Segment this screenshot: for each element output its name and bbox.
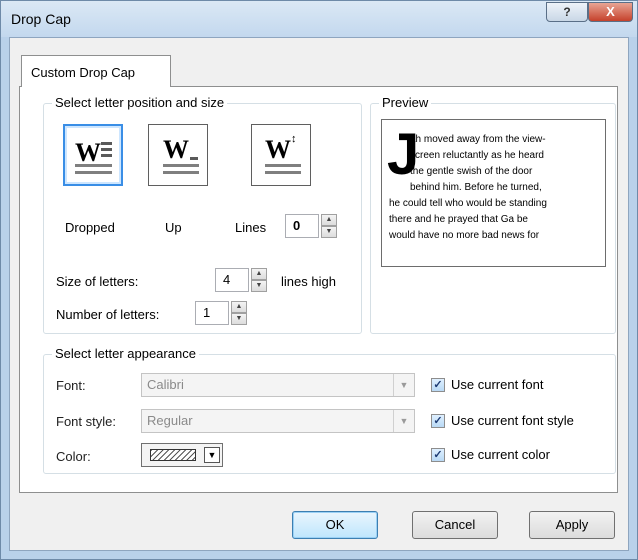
- spin-down-icon[interactable]: ▼: [321, 226, 337, 238]
- use-current-color-label: Use current color: [451, 447, 550, 462]
- up-down-arrow-icon: ↕: [291, 133, 297, 145]
- close-icon: X: [606, 4, 615, 19]
- up-label: Up: [165, 220, 182, 235]
- use-current-font-label: Use current font: [451, 377, 544, 392]
- dropped-glyph: W: [75, 138, 101, 167]
- ok-button[interactable]: OK: [292, 511, 378, 539]
- spin-up-icon[interactable]: ▲: [251, 268, 267, 280]
- preview-legend: Preview: [379, 95, 432, 110]
- font-value: Calibri: [147, 377, 184, 392]
- lines-value[interactable]: 0: [285, 214, 319, 238]
- glyph-line: [101, 154, 112, 157]
- dropped-label: Dropped: [65, 220, 115, 235]
- preview-line: ah moved away from the view-: [410, 134, 546, 145]
- glyph-line: [101, 142, 112, 145]
- font-style-combo[interactable]: Regular ▼: [141, 409, 415, 433]
- glyph-line: [101, 148, 112, 151]
- number-spinner[interactable]: 1 ▲ ▼: [195, 301, 247, 325]
- font-label: Font:: [56, 378, 86, 393]
- use-current-color-checkbox[interactable]: ✓: [431, 448, 445, 462]
- preview-box: J ah moved away from the view- screen re…: [381, 119, 606, 267]
- glyph-line: [265, 171, 301, 174]
- drop-cap-dialog: Drop Cap ? X Custom Drop Cap Select lett…: [0, 0, 638, 560]
- lines-option[interactable]: W ↕: [251, 124, 311, 186]
- color-swatch: [150, 449, 196, 461]
- position-legend: Select letter position and size: [52, 95, 228, 110]
- up-option[interactable]: W: [148, 124, 208, 186]
- lines-label: Lines: [235, 220, 267, 235]
- lines-glyph: W: [265, 135, 291, 164]
- glyph-line: [190, 157, 198, 160]
- preview-line: screen reluctantly as he heard: [410, 150, 544, 161]
- dropdown-icon[interactable]: ▼: [393, 374, 414, 396]
- spin-up-icon[interactable]: ▲: [231, 301, 247, 313]
- up-glyph: W: [163, 135, 189, 164]
- dropdown-icon[interactable]: ▼: [393, 410, 414, 432]
- dropped-option[interactable]: W: [63, 124, 123, 186]
- window-title: Drop Cap: [11, 11, 71, 27]
- number-label: Number of letters:: [56, 307, 160, 322]
- font-style-value: Regular: [147, 413, 193, 428]
- spin-up-icon[interactable]: ▲: [321, 214, 337, 226]
- glyph-line: [75, 171, 112, 174]
- close-button[interactable]: X: [588, 2, 633, 22]
- help-icon: ?: [563, 5, 571, 19]
- use-current-style-checkbox[interactable]: ✓: [431, 414, 445, 428]
- glyph-line: [163, 164, 199, 167]
- size-value[interactable]: 4: [215, 268, 249, 292]
- font-style-label: Font style:: [56, 414, 116, 429]
- cancel-button[interactable]: Cancel: [412, 511, 498, 539]
- glyph-line: [163, 171, 199, 174]
- preview-line: would have no more bad news for: [389, 230, 540, 241]
- number-value[interactable]: 1: [195, 301, 229, 325]
- tab-label: Custom Drop Cap: [31, 65, 136, 80]
- use-current-style-label: Use current font style: [451, 413, 574, 428]
- color-label: Color:: [56, 449, 91, 464]
- appearance-legend: Select letter appearance: [52, 346, 199, 361]
- lines-spinner[interactable]: 0 ▲ ▼: [285, 214, 337, 238]
- help-button[interactable]: ?: [546, 2, 588, 22]
- preview-line: he could tell who would be standing: [389, 198, 547, 209]
- spin-down-icon[interactable]: ▼: [251, 280, 267, 292]
- glyph-line: [265, 164, 301, 167]
- size-spinner[interactable]: 4 ▲ ▼: [215, 268, 267, 292]
- dropdown-icon[interactable]: ▼: [204, 447, 220, 463]
- font-combo[interactable]: Calibri ▼: [141, 373, 415, 397]
- use-current-font-checkbox[interactable]: ✓: [431, 378, 445, 392]
- spin-down-icon[interactable]: ▼: [231, 313, 247, 325]
- apply-button[interactable]: Apply: [529, 511, 615, 539]
- tab-custom-drop-cap[interactable]: Custom Drop Cap: [21, 55, 171, 87]
- color-picker[interactable]: ▼: [141, 443, 223, 467]
- size-unit: lines high: [281, 274, 336, 289]
- preview-line: behind him. Before he turned,: [410, 182, 542, 193]
- preview-line: the gentle swish of the door: [410, 166, 533, 177]
- size-label: Size of letters:: [56, 274, 139, 289]
- glyph-line: [75, 164, 112, 167]
- preview-line: there and he prayed that Ga be: [389, 214, 528, 225]
- title-bar[interactable]: Drop Cap ? X: [1, 1, 637, 37]
